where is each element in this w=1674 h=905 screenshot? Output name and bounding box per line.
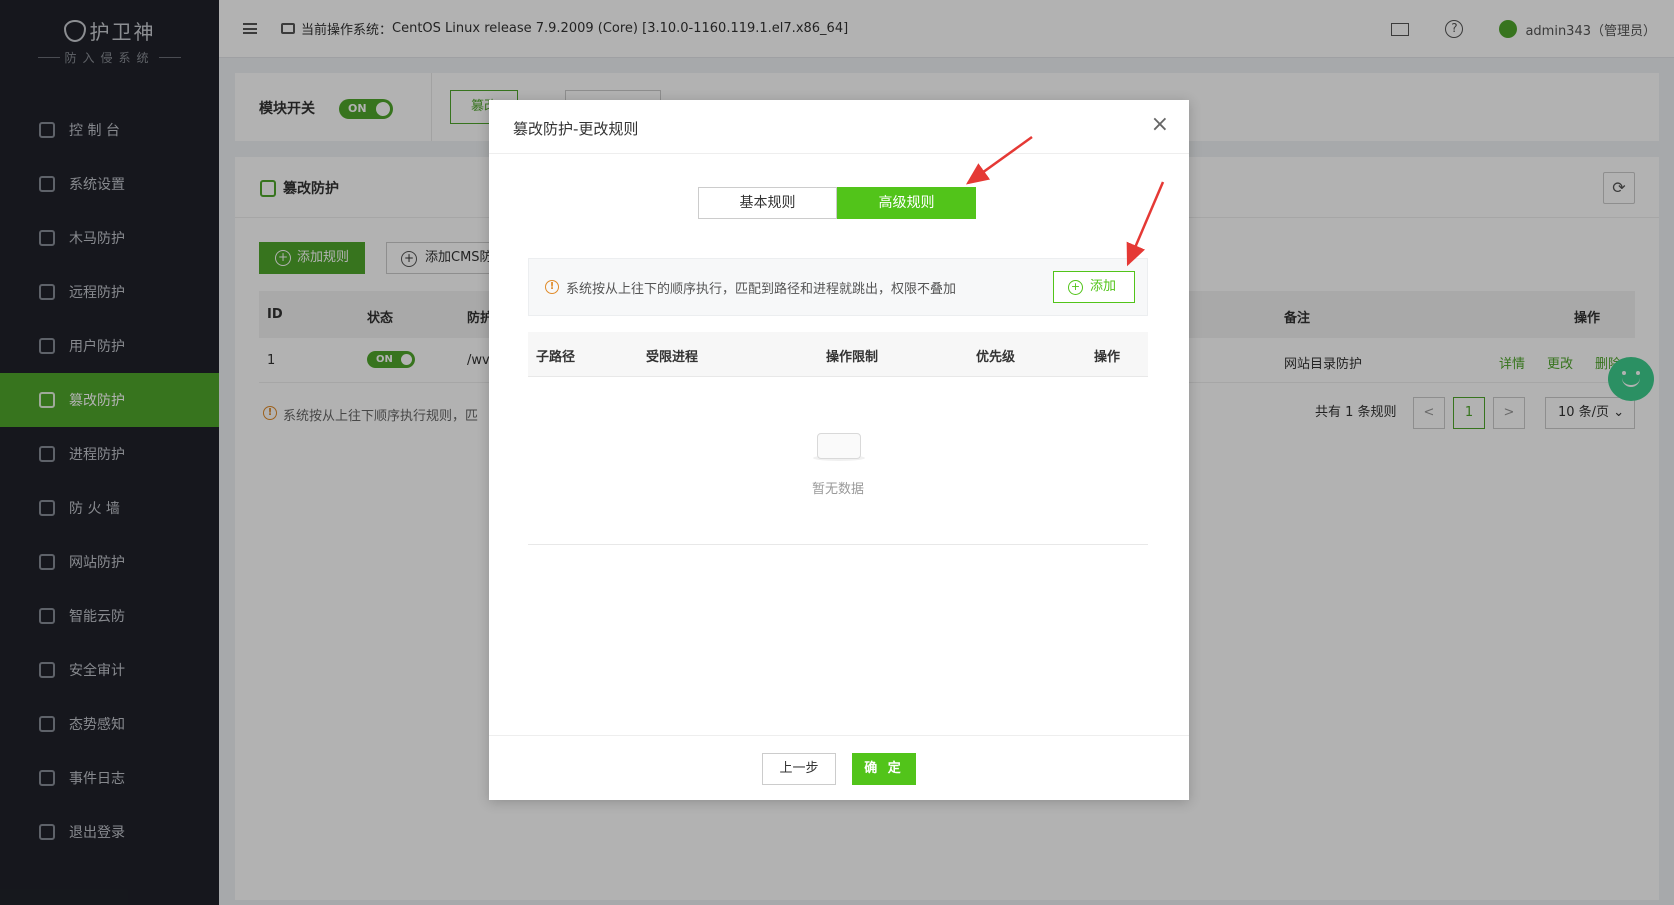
previous-step-button[interactable]: 上一步 [762, 753, 836, 785]
col-restricted-process: 受限进程 [646, 350, 699, 365]
col-priority: 优先级 [976, 350, 1016, 365]
empty-text: 暂无数据 [811, 482, 864, 497]
add-button-label: 添加 [1090, 279, 1117, 294]
warning-icon: ! [545, 280, 559, 294]
empty-state: 暂无数据 [528, 377, 1148, 545]
confirm-button[interactable]: 确 定 [852, 753, 916, 785]
advanced-table-header: 子路径 受限进程 操作限制 优先级 操作 [528, 332, 1148, 377]
col-subpath: 子路径 [536, 350, 576, 365]
notice-bar: ! 系统按从上往下的顺序执行，匹配到路径和进程就跳出，权限不叠加 添加 [528, 258, 1148, 316]
rule-tabs: 基本规则 高级规则 [698, 187, 976, 219]
modal-title: 篡改防护-更改规则 [513, 120, 639, 138]
notice-text: 系统按从上往下的顺序执行，匹配到路径和进程就跳出，权限不叠加 [566, 282, 957, 297]
edit-rule-modal: 篡改防护-更改规则 × 基本规则 高级规则 ! 系统按从上往下的顺序执行，匹配到… [489, 100, 1189, 800]
add-button[interactable]: 添加 [1053, 271, 1135, 303]
col-action: 操作 [1094, 350, 1121, 365]
close-icon[interactable]: × [1151, 112, 1169, 137]
tab-basic-rules[interactable]: 基本规则 [698, 187, 837, 219]
col-operation-limit: 操作限制 [826, 350, 879, 365]
empty-inbox-icon [813, 425, 865, 461]
tab-advanced-rules[interactable]: 高级规则 [837, 187, 976, 219]
modal-footer: 上一步 确 定 [489, 735, 1189, 800]
